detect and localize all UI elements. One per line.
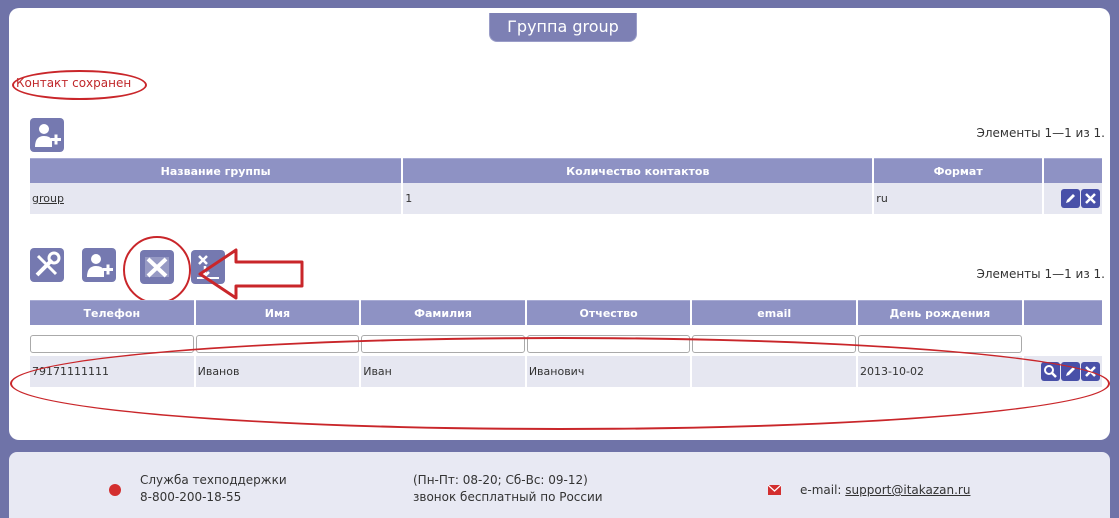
phone-cell: 79171111111 <box>30 356 194 387</box>
delete-button[interactable] <box>1081 189 1100 208</box>
filter-cell <box>526 325 691 356</box>
contacts-table: Телефон Имя Фамилия Отчество email День … <box>28 300 1104 387</box>
column-header[interactable]: Отчество <box>526 300 691 325</box>
filter-cell-empty <box>1023 325 1102 356</box>
add-contact-button[interactable] <box>82 248 116 282</box>
add-user-icon <box>35 124 61 147</box>
column-header[interactable]: Формат <box>874 158 1042 183</box>
groups-table: Название группы Количество контактов Фор… <box>28 158 1104 214</box>
column-header[interactable]: Фамилия <box>361 300 525 325</box>
patronymic-filter-input[interactable] <box>526 334 691 353</box>
mail-icon <box>768 485 781 495</box>
email-info: e-mail: support@itakazan.ru <box>800 482 970 499</box>
add-group-button[interactable] <box>30 118 64 152</box>
column-header[interactable]: День рождения <box>858 300 1022 325</box>
column-header[interactable]: Количество контактов <box>403 158 873 183</box>
support-info: Служба техподдержки 8-800-200-18-55 <box>140 472 287 506</box>
filter-cell <box>30 325 194 356</box>
email-cell <box>692 356 857 387</box>
format-cell: ru <box>874 183 1042 214</box>
table-header-row: Название группы Количество контактов Фор… <box>30 158 1102 183</box>
contacts-count-cell: 1 <box>403 183 873 214</box>
phone-icon <box>109 484 121 496</box>
settings-button[interactable] <box>30 248 64 282</box>
pencil-icon <box>1066 367 1075 376</box>
filter-cell <box>858 325 1022 356</box>
page-title: Группа group <box>489 13 637 42</box>
column-header[interactable]: email <box>692 300 857 325</box>
table-row: 79171111111 Иванов Иван Иванович 2013-10… <box>30 356 1102 387</box>
tools-icon <box>35 251 61 277</box>
filter-cell <box>692 325 857 356</box>
column-header-actions <box>1023 300 1102 325</box>
column-header[interactable]: Имя <box>195 300 360 325</box>
support-title: Служба техподдержки <box>140 473 287 487</box>
table-header-row: Телефон Имя Фамилия Отчество email День … <box>30 300 1102 325</box>
excel-icon <box>145 257 169 278</box>
magnifier-icon <box>1044 365 1057 378</box>
support-email-link[interactable]: support@itakazan.ru <box>845 483 970 497</box>
column-header-actions <box>1044 158 1102 183</box>
filter-cell <box>361 325 525 356</box>
x-icon <box>1085 193 1096 204</box>
contacts-count: Элементы 1—1 из 1. <box>976 267 1105 281</box>
first-name-filter-input[interactable] <box>195 334 360 353</box>
filter-row <box>30 325 1102 356</box>
delete-button[interactable] <box>1081 362 1100 381</box>
group-link[interactable]: group <box>32 192 64 205</box>
x-icon <box>1085 366 1096 377</box>
view-button[interactable] <box>1041 362 1060 381</box>
phone-filter-input[interactable] <box>30 334 194 353</box>
birthday-cell: 2013-10-02 <box>858 356 1022 387</box>
last-name-filter-input[interactable] <box>361 334 525 353</box>
patronymic-cell: Иванович <box>526 356 691 387</box>
export-button[interactable] <box>191 250 225 284</box>
free-call-note: звонок бесплатный по России <box>413 490 603 504</box>
email-label: e-mail: <box>800 483 842 497</box>
edit-button[interactable] <box>1061 189 1080 208</box>
last-name-cell: Иван <box>361 356 525 387</box>
table-row: group 1 ru <box>30 183 1102 214</box>
groups-count: Элементы 1—1 из 1. <box>976 126 1105 140</box>
add-user-icon <box>87 254 113 277</box>
support-hours: (Пн-Пт: 08-20; Сб-Вс: 09-12) <box>413 473 588 487</box>
edit-button[interactable] <box>1061 362 1080 381</box>
email-filter-input[interactable] <box>692 334 857 353</box>
filter-cell <box>195 325 360 356</box>
hours-info: (Пн-Пт: 08-20; Сб-Вс: 09-12) звонок бесп… <box>413 472 603 506</box>
column-header[interactable]: Телефон <box>30 300 194 325</box>
row-actions <box>1044 183 1102 214</box>
support-phone: 8-800-200-18-55 <box>140 490 242 504</box>
birthday-filter-input[interactable] <box>858 334 1022 353</box>
excel-import-button[interactable] <box>140 250 174 284</box>
status-message: Контакт сохранен <box>16 76 132 90</box>
column-header[interactable]: Название группы <box>30 158 402 183</box>
first-name-cell: Иванов <box>195 356 360 387</box>
group-name-cell: group <box>30 183 402 214</box>
export-icon <box>197 255 219 279</box>
row-actions <box>1023 356 1102 387</box>
pencil-icon <box>1066 194 1075 203</box>
